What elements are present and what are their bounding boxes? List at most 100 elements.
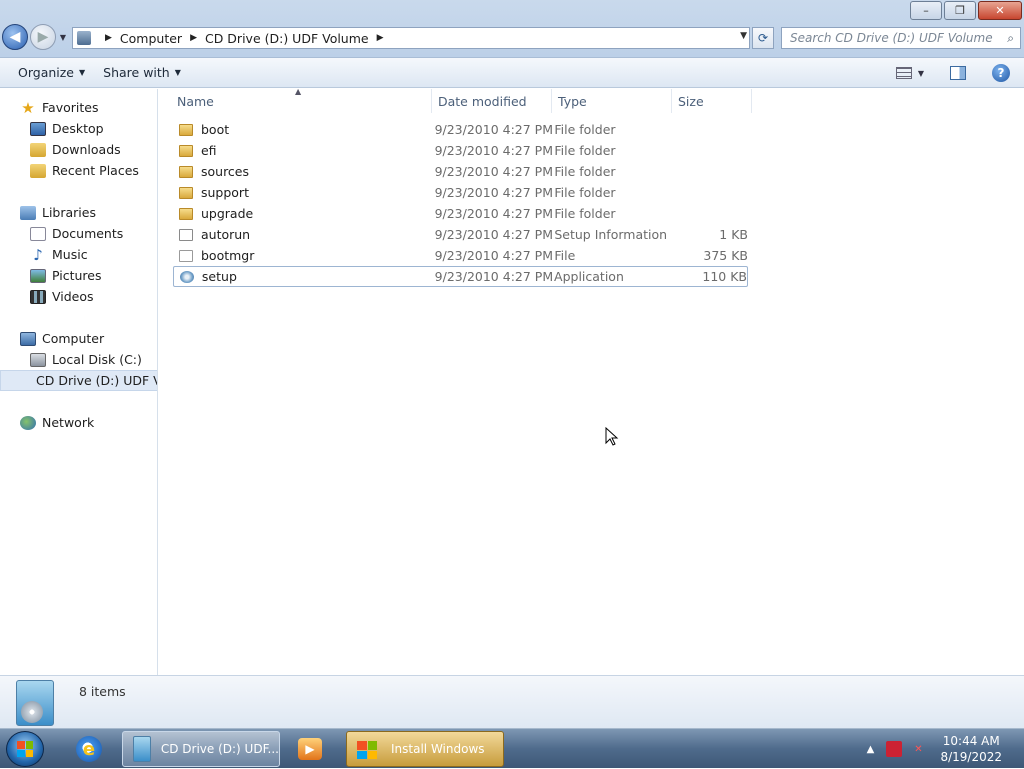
folder-icon — [179, 207, 193, 220]
settings-file-icon — [179, 228, 193, 241]
nav-item-music[interactable]: ♪ Music — [30, 244, 87, 265]
chevron-right-icon[interactable]: ▶ — [105, 33, 112, 43]
file-type: File folder — [554, 185, 616, 200]
share-with-button[interactable]: Share with ▼ — [103, 65, 181, 80]
nav-item-downloads[interactable]: Downloads — [30, 139, 121, 160]
file-row[interactable]: sources 9/23/2010 4:27 PM File folder — [173, 161, 748, 182]
preview-pane-icon[interactable] — [950, 66, 966, 80]
view-options-dropdown-icon[interactable]: ▼ — [918, 69, 924, 78]
maximize-button[interactable]: ❐ — [944, 1, 976, 20]
chevron-right-icon[interactable]: ▶ — [190, 33, 197, 43]
nav-label: Libraries — [42, 205, 96, 220]
back-button[interactable]: ◀ — [2, 24, 28, 50]
column-label: Size — [678, 93, 704, 109]
file-row[interactable]: support 9/23/2010 4:27 PM File folder — [173, 182, 748, 203]
music-note-icon: ♪ — [33, 245, 43, 264]
organize-label: Organize — [18, 65, 74, 80]
navigation-buttons: ◀ ▶ ▼ — [2, 24, 68, 50]
search-input[interactable]: Search CD Drive (D:) UDF Volume ⌕ — [781, 27, 1021, 49]
cd-drive-large-icon — [16, 680, 54, 726]
file-name: efi — [200, 143, 217, 158]
file-date: 9/23/2010 4:27 PM — [434, 269, 554, 284]
local-disk-icon — [30, 352, 46, 367]
start-button[interactable] — [6, 731, 44, 767]
file-type: Application — [554, 269, 624, 284]
folder-icon — [179, 144, 193, 157]
taskbar-media-player-button[interactable]: ▶ — [282, 731, 338, 767]
folder-icon — [179, 165, 193, 178]
nav-computer[interactable]: Computer — [20, 328, 104, 349]
column-header-date-modified[interactable]: Date modified — [432, 89, 552, 113]
column-label: Name — [177, 93, 214, 109]
refresh-button[interactable]: ⟳ — [752, 27, 774, 49]
chevron-right-icon[interactable]: ▶ — [377, 33, 384, 43]
refresh-icon: ⟳ — [757, 31, 769, 45]
file-row[interactable]: autorun 9/23/2010 4:27 PM Setup Informat… — [173, 224, 748, 245]
nav-item-local-disk[interactable]: Local Disk (C:) — [30, 349, 142, 370]
internet-explorer-pin[interactable]: e — [62, 732, 116, 766]
address-dropdown-icon[interactable]: ▼ — [740, 31, 747, 41]
taskbar-explorer-button[interactable]: CD Drive (D:) UDF... — [122, 731, 280, 767]
nav-label: Recent Places — [52, 163, 139, 178]
recent-pages-dropdown[interactable]: ▼ — [58, 27, 68, 47]
command-bar: Organize ▼ Share with ▼ ▼ ? — [0, 58, 1024, 88]
change-view-icon[interactable] — [895, 67, 912, 79]
share-with-label: Share with — [103, 65, 170, 80]
file-row[interactable]: upgrade 9/23/2010 4:27 PM File folder — [173, 203, 748, 224]
nav-item-pictures[interactable]: Pictures — [30, 265, 102, 286]
nav-favorites[interactable]: ★ Favorites — [20, 97, 98, 118]
file-row[interactable]: efi 9/23/2010 4:27 PM File folder — [173, 140, 748, 161]
navigation-pane: ★ Favorites Desktop Downloads Recent Pla… — [0, 89, 158, 675]
address-bar[interactable]: ▶ Computer ▶ CD Drive (D:) UDF Volume ▶ … — [72, 27, 750, 49]
file-name: bootmgr — [200, 248, 255, 263]
taskbar: e CD Drive (D:) UDF... ▶ Install Windows… — [0, 728, 1024, 768]
nav-label: Desktop — [52, 121, 104, 136]
network-disconnected-icon[interactable]: ✕ — [910, 741, 926, 757]
clock[interactable]: 10:44 AM 8/19/2022 — [940, 733, 1002, 765]
taskbar-install-windows-button[interactable]: Install Windows — [346, 731, 504, 767]
file-name: boot — [200, 122, 230, 137]
nav-item-desktop[interactable]: Desktop — [30, 118, 104, 139]
folder-icon — [179, 123, 193, 136]
organize-button[interactable]: Organize ▼ — [18, 65, 85, 80]
task-label: CD Drive (D:) UDF... — [160, 742, 279, 756]
file-row[interactable]: bootmgr 9/23/2010 4:27 PM File 375 KB — [173, 245, 748, 266]
system-tray: ▲ ✕ 10:44 AM 8/19/2022 — [862, 729, 1024, 769]
nav-item-videos[interactable]: Videos — [30, 286, 94, 307]
nav-item-cd-drive[interactable]: CD Drive (D:) UDF Volume — [0, 370, 157, 391]
forward-arrow-icon: ▶ — [37, 29, 49, 45]
chevron-down-icon: ▼ — [174, 68, 181, 77]
computer-icon — [20, 331, 36, 346]
file-row-selected[interactable]: setup 9/23/2010 4:27 PM Application 110 … — [173, 266, 748, 287]
nav-libraries[interactable]: Libraries — [20, 202, 96, 223]
forward-button[interactable]: ▶ — [30, 24, 56, 50]
clock-date: 8/19/2022 — [940, 750, 1002, 764]
column-header-type[interactable]: Type — [552, 89, 672, 113]
column-header-name[interactable]: ▲ Name — [159, 87, 432, 113]
action-center-flag-icon[interactable] — [886, 741, 903, 757]
libraries-icon — [20, 205, 36, 220]
column-header-size[interactable]: Size — [672, 89, 752, 113]
pictures-icon — [30, 268, 46, 283]
show-hidden-icons-icon[interactable]: ▲ — [862, 741, 878, 757]
disc-icon — [21, 701, 43, 723]
file-date: 9/23/2010 4:27 PM — [434, 164, 553, 179]
windows-logo-icon — [17, 741, 33, 757]
breadcrumb-cd-drive[interactable]: CD Drive (D:) UDF Volume — [205, 31, 369, 46]
nav-item-documents[interactable]: Documents — [30, 223, 123, 244]
file-size: 1 KB — [719, 227, 748, 242]
setup-icon — [180, 270, 194, 283]
window-controls: – ❐ ✕ — [908, 1, 1022, 20]
nav-network[interactable]: Network — [20, 412, 94, 433]
task-label: Install Windows — [391, 742, 485, 756]
breadcrumb-computer[interactable]: Computer — [120, 31, 182, 46]
help-icon[interactable]: ? — [992, 64, 1010, 82]
media-player-icon: ▶ — [298, 738, 322, 760]
file-row[interactable]: boot 9/23/2010 4:27 PM File folder — [173, 119, 748, 140]
nav-item-recent-places[interactable]: Recent Places — [30, 160, 139, 181]
search-icon[interactable]: ⌕ — [1007, 31, 1014, 46]
close-button[interactable]: ✕ — [978, 1, 1022, 20]
minimize-button[interactable]: – — [910, 1, 942, 20]
file-date: 9/23/2010 4:27 PM — [434, 143, 553, 158]
file-type: File folder — [554, 206, 616, 221]
